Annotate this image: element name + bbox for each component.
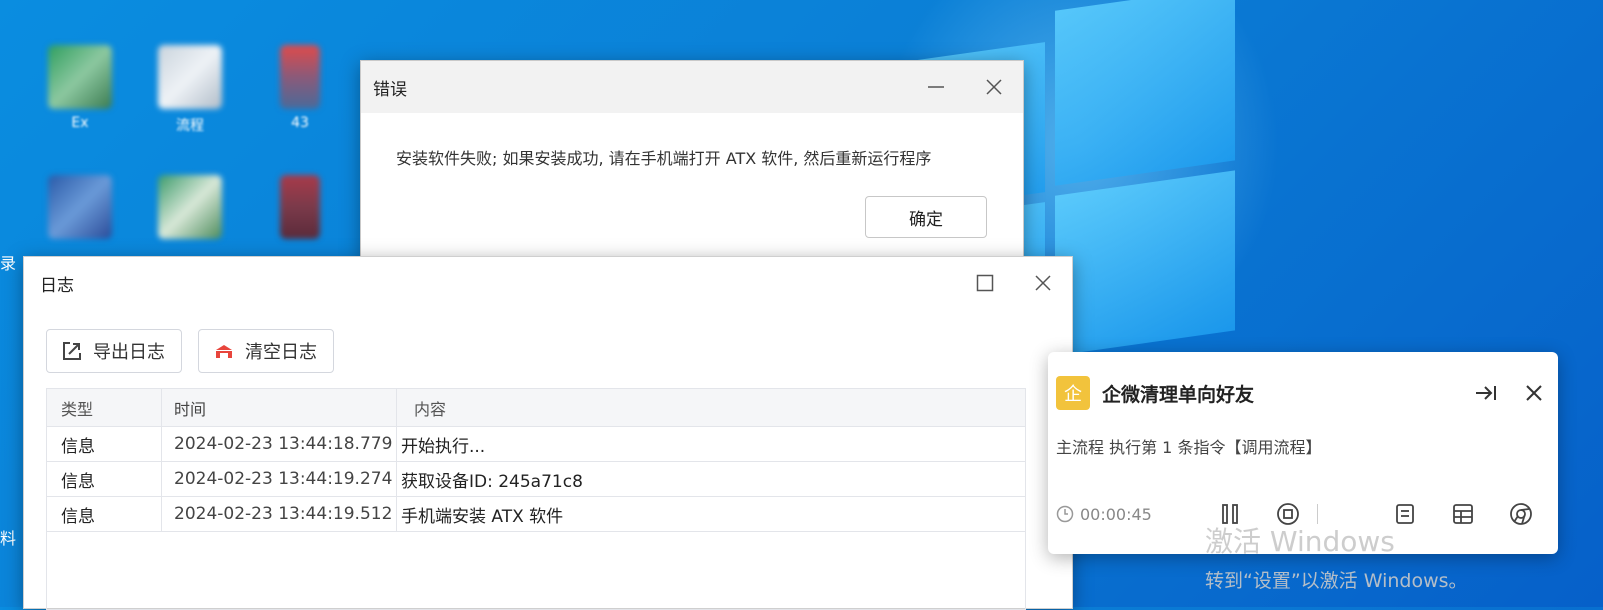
- desktop-icon-label: 43: [291, 115, 309, 131]
- word-shortcut-icon: [48, 175, 112, 239]
- row-time: 2024-02-23 13:44:19.512: [162, 497, 397, 531]
- task-status: 主流程 执行第 1 条指令【调用流程】: [1056, 438, 1322, 457]
- maximize-button[interactable]: [956, 257, 1014, 309]
- close-icon: [986, 79, 1002, 95]
- log-table: 类型 时间 内容 信息 2024-02-23 13:44:18.779 开始执行…: [46, 388, 1026, 610]
- row-type: 信息: [47, 462, 162, 496]
- log-window: 日志 导出日志 清空日志 类型 时间 内容 信息 2024-02-23 13:4…: [23, 256, 1073, 610]
- table-row[interactable]: 信息 2024-02-23 13:44:19.274 获取设备ID: 245a7…: [47, 462, 1025, 497]
- ok-button[interactable]: 确定: [865, 196, 987, 238]
- row-type: 信息: [47, 427, 162, 461]
- watermark-line2: 转到“设置”以激活 Windows。: [1205, 570, 1468, 592]
- desktop-icon-label: Ex: [71, 115, 89, 131]
- column-header-content[interactable]: 内容: [397, 389, 1025, 426]
- close-icon: [1526, 385, 1542, 401]
- table-header: 类型 时间 内容: [47, 389, 1025, 427]
- desktop-edge-label: 录: [0, 254, 17, 273]
- collapse-button[interactable]: [1462, 383, 1510, 403]
- document-icon: [158, 45, 222, 109]
- desktop-icon-label: 流程: [176, 118, 204, 134]
- close-button[interactable]: [965, 61, 1023, 113]
- clear-icon: [216, 345, 232, 358]
- elapsed-timer: 00:00:45: [1056, 505, 1201, 524]
- close-button[interactable]: [1014, 257, 1072, 309]
- desktop-icon[interactable]: Ex: [40, 45, 120, 140]
- desktop-icon[interactable]: 43: [260, 45, 340, 140]
- close-icon: [1035, 275, 1051, 291]
- row-content: 开始执行...: [401, 436, 486, 457]
- column-header-time[interactable]: 时间: [162, 389, 397, 426]
- app-icon: [280, 175, 320, 239]
- maximize-icon: [976, 274, 994, 292]
- task-title: 企微清理单向好友: [1102, 383, 1255, 406]
- task-panel-header: 企 企微清理单向好友: [1048, 352, 1558, 434]
- export-log-button[interactable]: 导出日志: [46, 329, 182, 373]
- export-log-label: 导出日志: [93, 342, 165, 363]
- row-type: 信息: [47, 497, 162, 531]
- clear-log-button[interactable]: 清空日志: [198, 329, 334, 373]
- activation-watermark: 激活 Windows 转到“设置”以激活 Windows。: [1205, 520, 1468, 593]
- minimize-icon: [928, 86, 944, 88]
- clear-log-label: 清空日志: [245, 342, 317, 363]
- desktop-edge-label: 料: [0, 529, 17, 548]
- log-titlebar[interactable]: 日志: [24, 257, 1072, 309]
- elapsed-time: 00:00:45: [1080, 504, 1152, 524]
- watermark-line1: 激活 Windows: [1205, 525, 1395, 558]
- column-header-type[interactable]: 类型: [47, 389, 162, 426]
- row-time: 2024-02-23 13:44:18.779: [162, 427, 397, 461]
- excel-shortcut-icon: [48, 45, 112, 109]
- log-toolbar: 导出日志 清空日志: [46, 329, 334, 373]
- spreadsheet-icon: [158, 175, 222, 239]
- row-content: 获取设备ID: 245a71c8: [401, 471, 583, 492]
- clock-icon: [1056, 505, 1074, 523]
- row-content: 手机端安装 ATX 软件: [401, 506, 564, 527]
- desktop-icon[interactable]: 流程: [150, 45, 230, 140]
- export-icon: [63, 342, 81, 360]
- browser-button[interactable]: [1492, 502, 1550, 526]
- table-row[interactable]: 信息 2024-02-23 13:44:18.779 开始执行...: [47, 427, 1025, 462]
- table-row[interactable]: 信息 2024-02-23 13:44:19.512 手机端安装 ATX 软件: [47, 497, 1025, 532]
- log-title: 日志: [40, 275, 74, 296]
- dialog-titlebar[interactable]: 错误: [361, 61, 1023, 113]
- error-message: 安装软件失败; 如果安装成功, 请在手机端打开 ATX 软件, 然后重新运行程序: [396, 149, 932, 168]
- close-button[interactable]: [1510, 384, 1558, 402]
- app-badge: 企: [1056, 376, 1090, 410]
- chrome-icon: [1510, 503, 1532, 525]
- minimize-button[interactable]: [907, 61, 965, 113]
- row-time: 2024-02-23 13:44:19.274: [162, 462, 397, 496]
- dialog-title: 错误: [373, 79, 407, 100]
- app-icon: [280, 45, 320, 109]
- collapse-right-icon: [1476, 386, 1496, 400]
- error-dialog: 错误 安装软件失败; 如果安装成功, 请在手机端打开 ATX 软件, 然后重新运…: [360, 60, 1024, 262]
